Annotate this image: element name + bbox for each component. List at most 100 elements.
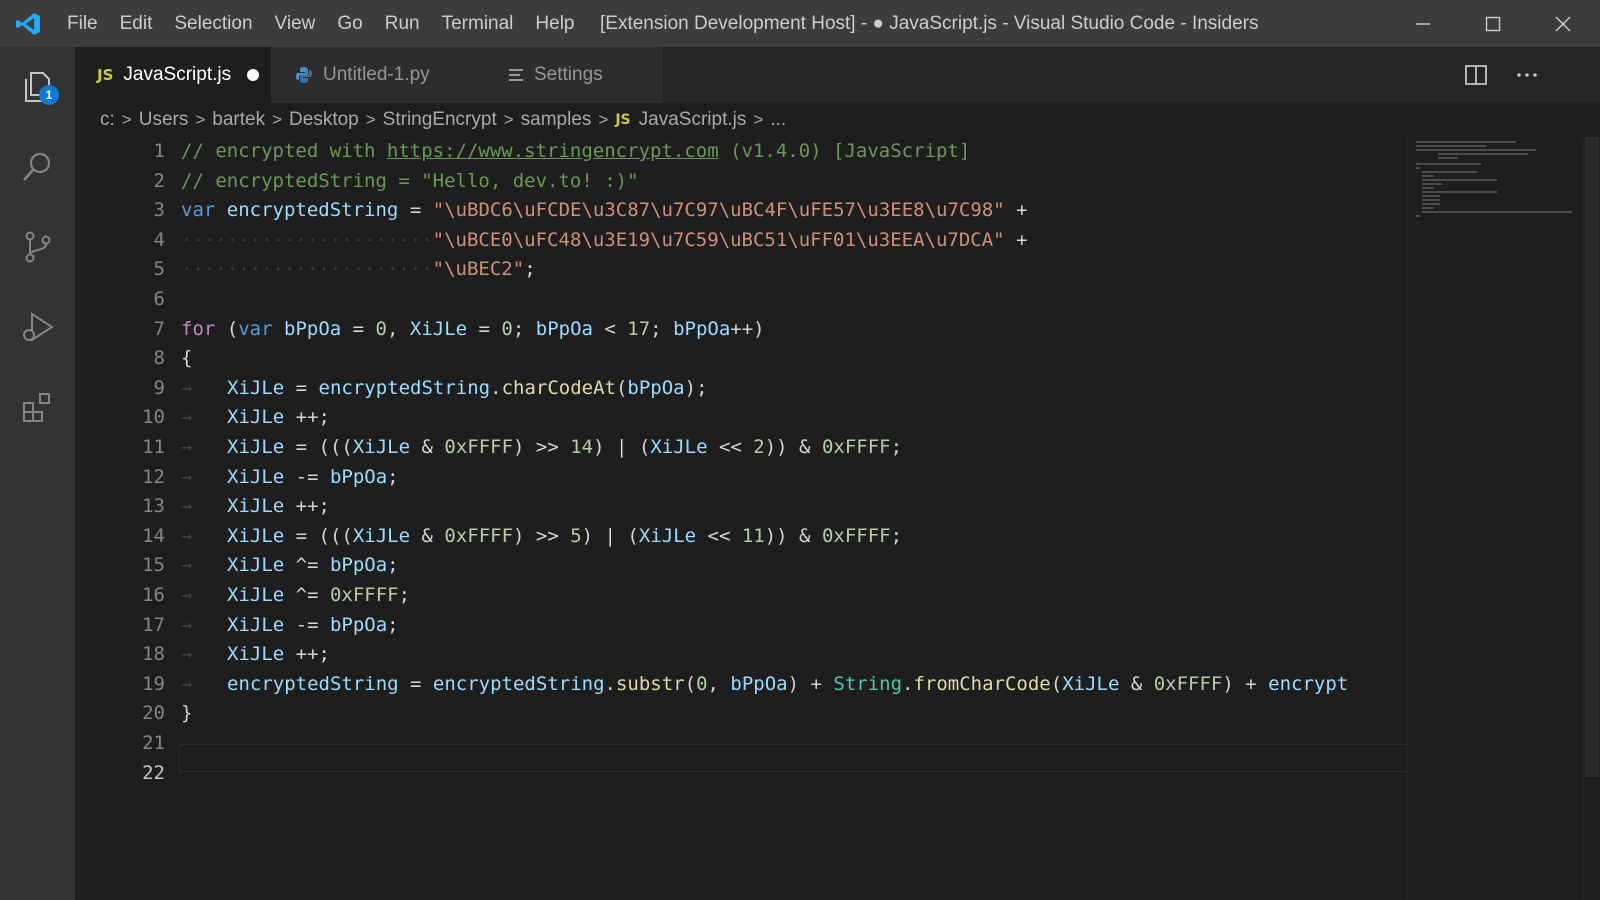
identifier: XiJLe [227, 584, 285, 606]
tab-untitled-1-py[interactable]: Untitled-1.py [271, 47, 481, 103]
punctuation: . [902, 672, 914, 695]
punctuation: ( [215, 317, 239, 340]
line-number: 3 [153, 199, 165, 222]
code-line[interactable]: ······················"\uBCE0\uFC48\u3E1… [181, 226, 1028, 256]
minimap[interactable] [1407, 137, 1583, 900]
punctuation: ; [398, 584, 411, 606]
breadcrumb: c: > Users > bartek > Desktop > StringEn… [75, 103, 1475, 137]
split-editor-button[interactable] [1464, 47, 1488, 103]
tab-settings[interactable]: Settings [481, 47, 663, 103]
search-view-button[interactable] [0, 127, 75, 207]
menu-terminal[interactable]: Terminal [431, 0, 525, 47]
split-editor-icon [1465, 65, 1487, 85]
code-line[interactable]: // encrypted with https://www.stringencr… [181, 137, 970, 167]
identifier: encryptedString [432, 672, 605, 695]
menu-go[interactable]: Go [326, 0, 373, 47]
number-literal: 0xFFFF [444, 436, 514, 458]
minimize-button[interactable] [1388, 0, 1458, 47]
python-file-icon [296, 67, 312, 83]
source-control-button[interactable] [0, 207, 75, 287]
breadcrumb-file[interactable]: JavaScript.js [639, 109, 747, 131]
unsaved-dot-icon[interactable] [247, 69, 260, 81]
punctuation: . [490, 376, 502, 399]
code-line[interactable]: → XiJLe = (((XiJLe & 0xFFFF) >> 14) | (Xi… [181, 433, 902, 463]
tab-javascript-js[interactable]: JS JavaScript.js [75, 47, 271, 103]
menu-edit[interactable]: Edit [109, 0, 164, 47]
code-line[interactable]: → encryptedString = encryptedString.subst… [181, 670, 1348, 700]
identifier: XiJLe [638, 524, 697, 547]
breadcrumb-item[interactable]: Users [139, 109, 189, 131]
code-line[interactable]: → XiJLe -= bPpOa; [181, 611, 399, 641]
code-line[interactable]: → XiJLe ^= bPpOa; [181, 551, 399, 581]
code-line[interactable]: → XiJLe = encryptedString.charCodeAt(bPpO… [181, 374, 708, 404]
operator: = ((( [284, 436, 353, 458]
keyword: var [181, 199, 216, 222]
menu-view[interactable]: View [264, 0, 327, 47]
breadcrumb-item[interactable]: samples [521, 109, 592, 131]
menu-file[interactable]: File [56, 0, 109, 47]
line-number: 2 [153, 169, 165, 192]
menu-help[interactable]: Help [524, 0, 585, 47]
menu-selection[interactable]: Selection [163, 0, 263, 47]
breadcrumb-item[interactable]: c: [100, 109, 115, 131]
more-actions-button[interactable] [1515, 47, 1539, 103]
code-line[interactable]: var encryptedString = "\uBDC6\uFCDE\u3C8… [181, 196, 1028, 226]
breadcrumb-item[interactable]: bartek [212, 109, 265, 131]
punctuation: ; [387, 465, 399, 488]
code-line[interactable]: → XiJLe ++; [181, 403, 330, 433]
operator: -= [284, 613, 330, 636]
run-debug-button[interactable] [0, 287, 75, 367]
identifier: XiJLe [227, 554, 285, 577]
line-number: 11 [142, 436, 165, 458]
code-text[interactable]: // encrypted with https://www.stringencr… [181, 137, 1407, 900]
run-debug-icon [22, 312, 54, 342]
scrollbar-thumb[interactable] [1585, 137, 1599, 777]
code-line[interactable]: → XiJLe ^= 0xFFFF; [181, 581, 410, 611]
maximize-button[interactable] [1458, 0, 1528, 47]
code-line[interactable]: → XiJLe ++; [181, 640, 330, 670]
line-number: 15 [142, 554, 165, 577]
tab-indicator-icon: → [181, 643, 193, 666]
code-editor[interactable]: 1 2 3 4 5 6 7 8 9 10 11 12 13 14 15 16 1… [75, 137, 1407, 900]
punctuation: ; [524, 258, 536, 281]
code-line[interactable]: → XiJLe ++; [181, 492, 330, 522]
minimap-line [1416, 215, 1420, 217]
punctuation: ; [890, 524, 903, 547]
vertical-scrollbar[interactable] [1582, 137, 1600, 900]
vscode-logo-icon[interactable] [0, 0, 56, 47]
code-line[interactable]: → XiJLe = (((XiJLe & 0xFFFF) >> 5) | (XiJ… [181, 522, 902, 552]
code-line[interactable]: ······················"\uBEC2"; [181, 255, 536, 285]
code-line[interactable]: // encryptedString = "Hello, dev.to! :)" [181, 167, 639, 197]
number-literal: 0 [375, 317, 387, 340]
extensions-button[interactable] [0, 367, 75, 447]
code-line[interactable]: { [181, 344, 192, 374]
line-number: 16 [142, 584, 165, 606]
identifier: bPpOa [329, 613, 388, 636]
code-line[interactable]: → XiJLe -= bPpOa; [181, 463, 399, 493]
code-line[interactable]: for (var bPpOa = 0, XiJLe = 0; bPpOa < 1… [181, 315, 765, 345]
comment-link[interactable]: https://www.stringencrypt.com [387, 140, 719, 162]
menu-run[interactable]: Run [374, 0, 431, 47]
number-literal: 2 [753, 436, 765, 458]
number-literal: 5 [570, 524, 582, 547]
punctuation: , [386, 317, 410, 340]
breadcrumb-item[interactable]: Desktop [289, 109, 359, 131]
operator: = [467, 317, 502, 340]
explorer-button[interactable]: 1 [0, 47, 75, 127]
string-literal: "\uBDC6\uFCDE\u3C87\u7C97\uBC4F\uFE57\u3… [432, 199, 1005, 222]
line-number: 4 [153, 228, 165, 251]
identifier: bPpOa [329, 465, 388, 488]
brace: } [181, 702, 193, 725]
operator: = [398, 672, 433, 695]
code-line[interactable]: } [181, 699, 192, 729]
close-window-button[interactable] [1528, 0, 1598, 47]
settings-list-icon [509, 69, 523, 81]
identifier: bPpOa [535, 317, 593, 340]
minimap-line [1422, 175, 1434, 177]
breadcrumb-item[interactable]: StringEncrypt [383, 109, 497, 131]
punctuation: ; [387, 554, 399, 577]
punctuation: , [707, 672, 731, 695]
minimap-line [1422, 187, 1434, 189]
breadcrumb-symbols[interactable]: ... [770, 109, 786, 131]
tab-label: Settings [534, 64, 603, 85]
